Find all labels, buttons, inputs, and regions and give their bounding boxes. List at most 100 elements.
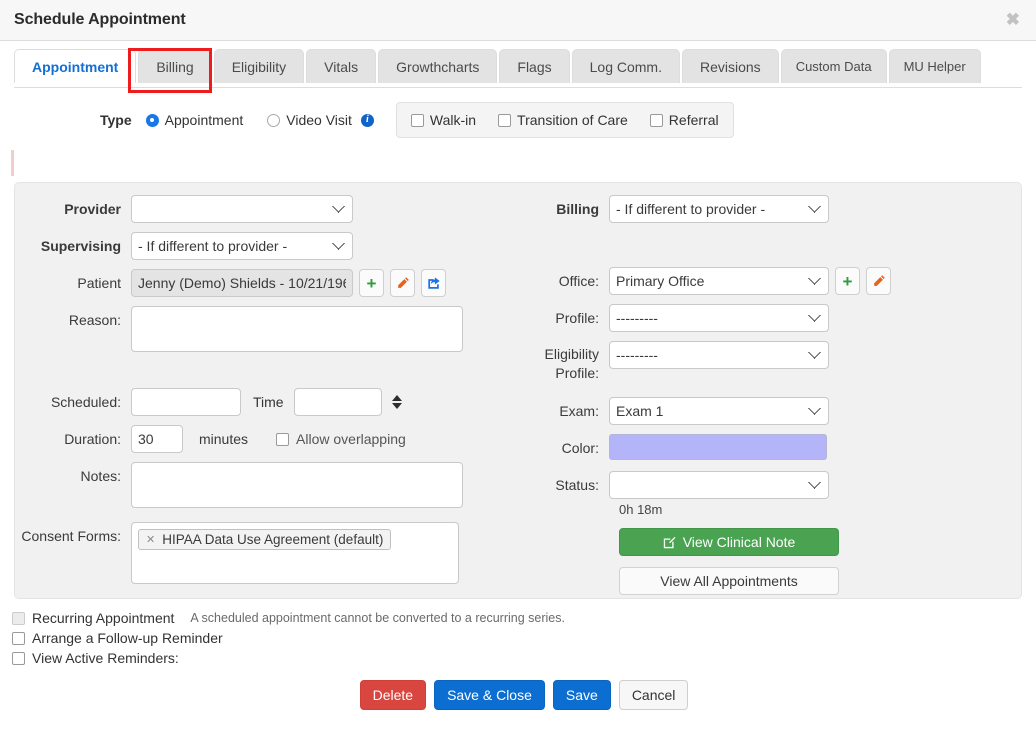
form-right-column: Billing - If different to provider - Off… (505, 195, 1021, 595)
tab-revisions[interactable]: Revisions (681, 49, 779, 83)
edit-note-icon (663, 536, 676, 548)
tab-baseline (14, 87, 1022, 88)
exam-row: Exam: Exam 1 (505, 397, 1021, 425)
status-row: Status: (505, 471, 1021, 499)
checkbox-recurring-appointment: Recurring Appointment A scheduled appoin… (12, 610, 1036, 626)
consent-forms-box[interactable]: ✕ HIPAA Data Use Agreement (default) (131, 522, 459, 584)
checkbox-referral-control[interactable] (649, 113, 663, 127)
plus-icon: + (366, 273, 377, 293)
checkbox-allow-overlapping-label: Allow overlapping (296, 431, 406, 447)
cancel-button[interactable]: Cancel (618, 680, 689, 710)
checkbox-transition-of-care-control[interactable] (498, 113, 512, 127)
checkbox-view-active-reminders[interactable]: View Active Reminders: (12, 650, 1036, 666)
checkbox-followup-reminder[interactable]: Arrange a Follow-up Reminder (12, 630, 1036, 646)
profile-label: Profile: (555, 310, 599, 326)
tab-growthcharts[interactable]: Growthcharts (378, 49, 498, 83)
profile-select[interactable]: --------- (609, 304, 829, 332)
checkbox-referral[interactable]: Referral (649, 112, 719, 128)
open-patient-button[interactable] (421, 269, 446, 297)
duration-input[interactable] (131, 425, 183, 453)
minutes-label: minutes (199, 431, 249, 447)
supervising-select[interactable]: - If different to provider - (131, 232, 353, 260)
tab-bar: Appointment Billing Eligibility Vitals Growt… (0, 41, 1036, 88)
provider-row: Provider (21, 195, 505, 223)
checkbox-recurring-appointment-label: Recurring Appointment (32, 610, 175, 626)
tab-appointment[interactable]: Appointment (14, 49, 137, 84)
right-actions: 0h 18m View Clinical Note View All Appoi… (505, 502, 1021, 595)
billing-select[interactable]: - If different to provider - (609, 195, 829, 223)
checkbox-view-active-reminders-label: View Active Reminders: (32, 650, 179, 666)
action-button-bar: Delete Save & Close Save Cancel (12, 680, 1036, 710)
tab-eligibility[interactable]: Eligibility (213, 49, 305, 83)
patient-label: Patient (77, 275, 121, 291)
view-all-appointments-button[interactable]: View All Appointments (619, 567, 839, 595)
stepper-up-icon[interactable] (391, 395, 402, 401)
info-icon[interactable]: i (360, 113, 374, 127)
time-input[interactable] (293, 388, 382, 416)
modal-header: Schedule Appointment ✖ (0, 0, 1036, 41)
radio-appointment[interactable]: Appointment (145, 112, 243, 128)
required-field-marker (11, 150, 14, 176)
checkbox-transition-of-care[interactable]: Transition of Care (498, 112, 628, 128)
add-patient-button[interactable]: + (359, 269, 384, 297)
tab-vitals[interactable]: Vitals (306, 49, 377, 83)
tab-mu-helper[interactable]: MU Helper (888, 49, 981, 83)
office-select[interactable]: Primary Office (609, 267, 829, 295)
eligibility-profile-row: Eligibility Profile: --------- (505, 341, 1021, 383)
checkbox-recurring-appointment-control (12, 611, 25, 625)
tab-flags[interactable]: Flags (499, 49, 570, 83)
exam-label: Exam: (559, 403, 599, 419)
consent-form-chip[interactable]: ✕ HIPAA Data Use Agreement (default) (138, 529, 392, 550)
tab-billing[interactable]: Billing (138, 49, 212, 83)
radio-appointment-control[interactable] (145, 113, 159, 127)
patient-row: Patient + (21, 269, 505, 297)
scheduled-label: Scheduled: (50, 394, 121, 410)
office-row: Office: Primary Office + (505, 267, 1021, 295)
elapsed-duration-text: 0h 18m (619, 502, 663, 517)
checkbox-allow-overlapping-control[interactable] (276, 432, 290, 446)
tab-log-comm[interactable]: Log Comm. (571, 49, 680, 83)
time-stepper[interactable] (391, 388, 402, 416)
status-select[interactable] (609, 471, 829, 499)
patient-input[interactable] (131, 269, 353, 297)
reason-textarea[interactable] (131, 306, 463, 352)
checkbox-followup-reminder-label: Arrange a Follow-up Reminder (32, 630, 223, 646)
consent-form-chip-label: HIPAA Data Use Agreement (default) (162, 532, 384, 547)
checkbox-walk-in-control[interactable] (410, 113, 424, 127)
color-swatch[interactable] (609, 434, 827, 460)
billing-row: Billing - If different to provider - (505, 195, 1021, 223)
radio-video-visit-control[interactable] (267, 113, 281, 127)
appointment-flags-group: Walk-in Transition of Care Referral (395, 102, 734, 138)
tab-custom-data[interactable]: Custom Data (780, 49, 887, 83)
checkbox-view-active-reminders-control[interactable] (12, 651, 25, 665)
view-clinical-note-button[interactable]: View Clinical Note (619, 528, 839, 556)
notes-textarea[interactable] (131, 462, 463, 508)
add-office-button[interactable]: + (835, 267, 860, 295)
scheduled-date-input[interactable] (131, 388, 241, 416)
duration-row: Duration: minutes Allow overlapping (21, 425, 505, 453)
edit-office-button[interactable] (866, 267, 891, 295)
exam-select[interactable]: Exam 1 (609, 397, 829, 425)
color-label: Color: (561, 440, 599, 456)
save-button[interactable]: Save (552, 680, 611, 710)
status-label: Status: (555, 477, 599, 493)
delete-button[interactable]: Delete (359, 680, 427, 710)
notes-row: Notes: (21, 462, 505, 508)
checkbox-walk-in[interactable]: Walk-in (410, 112, 476, 128)
checkbox-followup-reminder-control[interactable] (12, 631, 25, 645)
close-icon[interactable]: ✖ (1002, 9, 1024, 30)
provider-select[interactable] (131, 195, 353, 223)
scheduled-row: Scheduled: Time (21, 388, 505, 416)
stepper-down-icon[interactable] (391, 403, 402, 409)
remove-chip-icon[interactable]: ✕ (146, 533, 155, 546)
checkbox-allow-overlapping[interactable]: Allow overlapping (276, 425, 406, 453)
save-and-close-button[interactable]: Save & Close (434, 680, 545, 710)
checkbox-transition-of-care-label: Transition of Care (517, 112, 628, 128)
color-row: Color: (505, 434, 1021, 462)
edit-patient-button[interactable] (390, 269, 415, 297)
radio-video-visit[interactable]: Video Visit i (267, 112, 374, 128)
eligibility-profile-select[interactable]: --------- (609, 341, 829, 369)
office-label: Office: (558, 273, 599, 289)
appointment-type-row: Type Appointment Video Visit i Walk-in T… (0, 88, 1036, 148)
duration-label: Duration: (64, 431, 121, 447)
